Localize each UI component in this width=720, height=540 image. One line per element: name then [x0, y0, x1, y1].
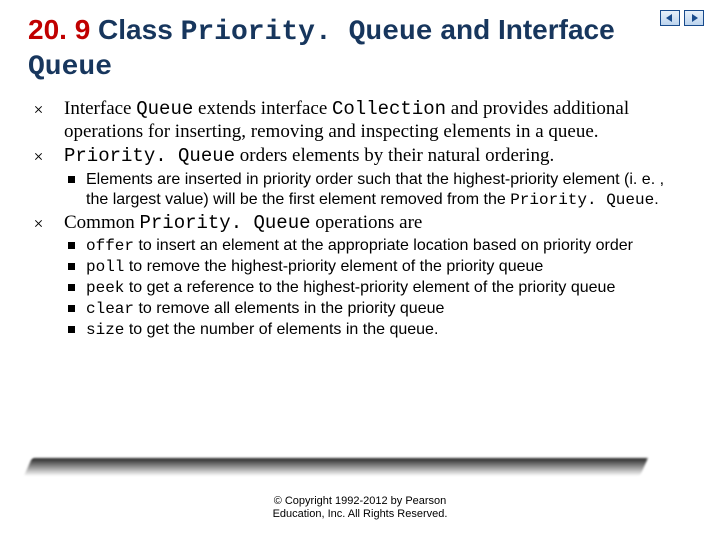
text: .: [654, 191, 658, 208]
list-item: offer to insert an element at the approp…: [68, 236, 686, 256]
arrow-left-icon: [665, 13, 675, 23]
title-code-2: Queue: [28, 52, 112, 83]
code: size: [86, 321, 124, 339]
text: extends interface: [193, 98, 332, 119]
title-text-1: Class: [90, 14, 180, 45]
list-item: Interface Queue extends interface Collec…: [54, 98, 686, 143]
title-text-2: and Interface: [433, 14, 615, 45]
nav-controls: [660, 10, 704, 26]
text: to remove the highest-priority element o…: [124, 258, 543, 275]
list-item: Priority. Queue orders elements by their…: [54, 145, 686, 209]
list-item: Common Priority. Queue operations are of…: [54, 212, 686, 340]
list-item: poll to remove the highest-priority elem…: [68, 257, 686, 277]
next-button[interactable]: [684, 10, 704, 26]
code: Collection: [332, 98, 446, 120]
section-number: 20. 9: [28, 14, 90, 45]
list-item: clear to remove all elements in the prio…: [68, 299, 686, 319]
text: to remove all elements in the priority q…: [134, 300, 444, 317]
text: operations are: [311, 212, 423, 233]
prev-button[interactable]: [660, 10, 680, 26]
list-item: Elements are inserted in priority order …: [68, 170, 686, 210]
code: poll: [86, 258, 124, 276]
list-item: size to get the number of elements in th…: [68, 320, 686, 340]
copyright-line1: © Copyright 1992-2012 by Pearson: [274, 495, 447, 507]
shadow-decoration: [24, 458, 648, 476]
text: orders elements by their natural orderin…: [235, 145, 554, 166]
list-item: peek to get a reference to the highest-p…: [68, 278, 686, 298]
text: Interface: [64, 98, 136, 119]
sub-list: offer to insert an element at the approp…: [64, 236, 686, 340]
code: Priority. Queue: [139, 212, 310, 234]
code: Priority. Queue: [64, 145, 235, 167]
sub-list: Elements are inserted in priority order …: [64, 170, 686, 210]
text: Common: [64, 212, 139, 233]
slide: 20. 9 Class Priority. Queue and Interfac…: [0, 0, 720, 540]
code: offer: [86, 237, 134, 255]
text: to get the number of elements in the que…: [124, 321, 438, 338]
copyright-line2: Education, Inc. All Rights Reserved.: [273, 508, 448, 520]
copyright: © Copyright 1992-2012 by Pearson Educati…: [0, 495, 720, 523]
code: Priority. Queue: [510, 191, 654, 209]
code: peek: [86, 279, 124, 297]
slide-body: Interface Queue extends interface Collec…: [28, 98, 692, 340]
title-code-1: Priority. Queue: [181, 17, 433, 48]
arrow-right-icon: [689, 13, 699, 23]
text: to get a reference to the highest-priori…: [124, 279, 615, 296]
code: Queue: [136, 98, 193, 120]
code: clear: [86, 300, 134, 318]
bullet-list: Interface Queue extends interface Collec…: [28, 98, 692, 340]
slide-title: 20. 9 Class Priority. Queue and Interfac…: [28, 14, 692, 84]
text: to insert an element at the appropriate …: [134, 237, 633, 254]
